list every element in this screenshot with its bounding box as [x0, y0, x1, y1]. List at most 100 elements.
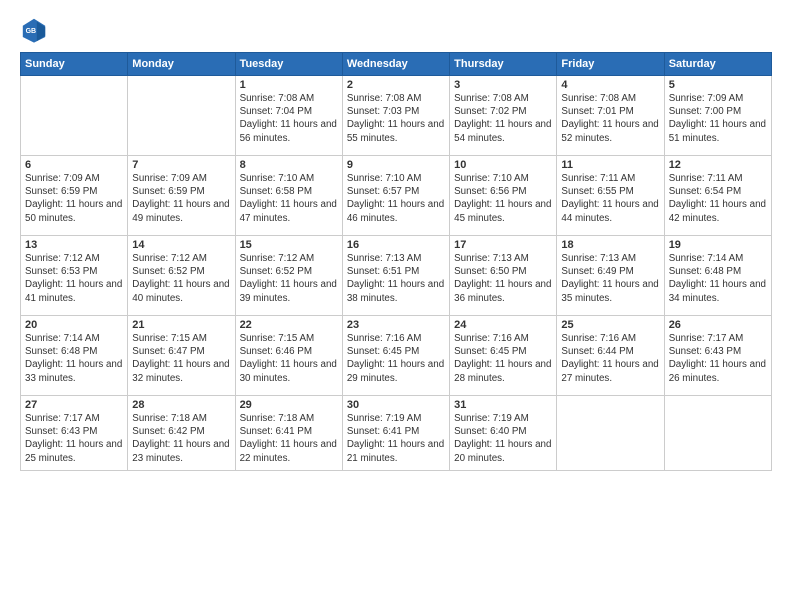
day-info: Sunrise: 7:10 AM Sunset: 6:56 PM Dayligh… [454, 172, 552, 225]
day-number: 10 [454, 159, 552, 171]
weekday-header-sunday: Sunday [21, 53, 128, 76]
calendar-cell: 20Sunrise: 7:14 AM Sunset: 6:48 PM Dayli… [21, 316, 128, 396]
day-info: Sunrise: 7:08 AM Sunset: 7:03 PM Dayligh… [347, 92, 445, 145]
calendar-cell: 5Sunrise: 7:09 AM Sunset: 7:00 PM Daylig… [664, 76, 771, 156]
day-number: 9 [347, 159, 445, 171]
day-info: Sunrise: 7:19 AM Sunset: 6:40 PM Dayligh… [454, 412, 552, 465]
day-info: Sunrise: 7:15 AM Sunset: 6:47 PM Dayligh… [132, 332, 230, 385]
day-number: 17 [454, 239, 552, 251]
day-number: 23 [347, 319, 445, 331]
day-number: 13 [25, 239, 123, 251]
day-number: 31 [454, 399, 552, 411]
day-number: 11 [561, 159, 659, 171]
day-info: Sunrise: 7:11 AM Sunset: 6:55 PM Dayligh… [561, 172, 659, 225]
day-info: Sunrise: 7:09 AM Sunset: 7:00 PM Dayligh… [669, 92, 767, 145]
calendar-cell: 10Sunrise: 7:10 AM Sunset: 6:56 PM Dayli… [450, 156, 557, 236]
calendar-week-row: 27Sunrise: 7:17 AM Sunset: 6:43 PM Dayli… [21, 396, 772, 471]
calendar-cell: 13Sunrise: 7:12 AM Sunset: 6:53 PM Dayli… [21, 236, 128, 316]
day-info: Sunrise: 7:13 AM Sunset: 6:50 PM Dayligh… [454, 252, 552, 305]
day-number: 20 [25, 319, 123, 331]
calendar-cell: 11Sunrise: 7:11 AM Sunset: 6:55 PM Dayli… [557, 156, 664, 236]
calendar-cell: 22Sunrise: 7:15 AM Sunset: 6:46 PM Dayli… [235, 316, 342, 396]
day-number: 26 [669, 319, 767, 331]
day-number: 8 [240, 159, 338, 171]
day-info: Sunrise: 7:15 AM Sunset: 6:46 PM Dayligh… [240, 332, 338, 385]
day-number: 2 [347, 79, 445, 91]
day-number: 27 [25, 399, 123, 411]
calendar-cell: 31Sunrise: 7:19 AM Sunset: 6:40 PM Dayli… [450, 396, 557, 471]
day-number: 19 [669, 239, 767, 251]
calendar-cell [21, 76, 128, 156]
weekday-header-tuesday: Tuesday [235, 53, 342, 76]
calendar-cell: 18Sunrise: 7:13 AM Sunset: 6:49 PM Dayli… [557, 236, 664, 316]
calendar-cell: 21Sunrise: 7:15 AM Sunset: 6:47 PM Dayli… [128, 316, 235, 396]
day-number: 25 [561, 319, 659, 331]
svg-text:GB: GB [26, 28, 36, 35]
calendar-cell: 16Sunrise: 7:13 AM Sunset: 6:51 PM Dayli… [342, 236, 449, 316]
calendar-cell: 15Sunrise: 7:12 AM Sunset: 6:52 PM Dayli… [235, 236, 342, 316]
day-number: 4 [561, 79, 659, 91]
weekday-header-thursday: Thursday [450, 53, 557, 76]
calendar-cell: 17Sunrise: 7:13 AM Sunset: 6:50 PM Dayli… [450, 236, 557, 316]
calendar-cell: 19Sunrise: 7:14 AM Sunset: 6:48 PM Dayli… [664, 236, 771, 316]
day-info: Sunrise: 7:17 AM Sunset: 6:43 PM Dayligh… [669, 332, 767, 385]
day-number: 29 [240, 399, 338, 411]
day-info: Sunrise: 7:14 AM Sunset: 6:48 PM Dayligh… [669, 252, 767, 305]
day-info: Sunrise: 7:12 AM Sunset: 6:52 PM Dayligh… [240, 252, 338, 305]
day-info: Sunrise: 7:14 AM Sunset: 6:48 PM Dayligh… [25, 332, 123, 385]
calendar-week-row: 1Sunrise: 7:08 AM Sunset: 7:04 PM Daylig… [21, 76, 772, 156]
day-info: Sunrise: 7:09 AM Sunset: 6:59 PM Dayligh… [25, 172, 123, 225]
day-info: Sunrise: 7:12 AM Sunset: 6:52 PM Dayligh… [132, 252, 230, 305]
day-number: 3 [454, 79, 552, 91]
day-info: Sunrise: 7:09 AM Sunset: 6:59 PM Dayligh… [132, 172, 230, 225]
day-info: Sunrise: 7:16 AM Sunset: 6:45 PM Dayligh… [454, 332, 552, 385]
day-info: Sunrise: 7:16 AM Sunset: 6:45 PM Dayligh… [347, 332, 445, 385]
day-info: Sunrise: 7:08 AM Sunset: 7:02 PM Dayligh… [454, 92, 552, 145]
day-info: Sunrise: 7:13 AM Sunset: 6:51 PM Dayligh… [347, 252, 445, 305]
day-info: Sunrise: 7:19 AM Sunset: 6:41 PM Dayligh… [347, 412, 445, 465]
calendar-cell: 14Sunrise: 7:12 AM Sunset: 6:52 PM Dayli… [128, 236, 235, 316]
day-number: 22 [240, 319, 338, 331]
day-number: 18 [561, 239, 659, 251]
calendar-cell: 26Sunrise: 7:17 AM Sunset: 6:43 PM Dayli… [664, 316, 771, 396]
calendar-cell: 28Sunrise: 7:18 AM Sunset: 6:42 PM Dayli… [128, 396, 235, 471]
logo: GB [20, 16, 54, 44]
calendar-cell: 27Sunrise: 7:17 AM Sunset: 6:43 PM Dayli… [21, 396, 128, 471]
weekday-header-friday: Friday [557, 53, 664, 76]
day-info: Sunrise: 7:08 AM Sunset: 7:04 PM Dayligh… [240, 92, 338, 145]
calendar-cell [557, 396, 664, 471]
day-number: 7 [132, 159, 230, 171]
page-container: GB SundayMondayTuesdayWednesdayThursdayF… [0, 0, 792, 481]
calendar-cell: 7Sunrise: 7:09 AM Sunset: 6:59 PM Daylig… [128, 156, 235, 236]
calendar-cell [664, 396, 771, 471]
day-number: 6 [25, 159, 123, 171]
day-number: 28 [132, 399, 230, 411]
day-number: 12 [669, 159, 767, 171]
day-number: 24 [454, 319, 552, 331]
calendar-cell: 8Sunrise: 7:10 AM Sunset: 6:58 PM Daylig… [235, 156, 342, 236]
calendar-cell: 6Sunrise: 7:09 AM Sunset: 6:59 PM Daylig… [21, 156, 128, 236]
calendar-cell: 3Sunrise: 7:08 AM Sunset: 7:02 PM Daylig… [450, 76, 557, 156]
day-info: Sunrise: 7:11 AM Sunset: 6:54 PM Dayligh… [669, 172, 767, 225]
day-info: Sunrise: 7:13 AM Sunset: 6:49 PM Dayligh… [561, 252, 659, 305]
calendar-cell: 29Sunrise: 7:18 AM Sunset: 6:41 PM Dayli… [235, 396, 342, 471]
day-info: Sunrise: 7:17 AM Sunset: 6:43 PM Dayligh… [25, 412, 123, 465]
calendar-week-row: 13Sunrise: 7:12 AM Sunset: 6:53 PM Dayli… [21, 236, 772, 316]
weekday-header-monday: Monday [128, 53, 235, 76]
day-info: Sunrise: 7:10 AM Sunset: 6:57 PM Dayligh… [347, 172, 445, 225]
calendar-cell: 2Sunrise: 7:08 AM Sunset: 7:03 PM Daylig… [342, 76, 449, 156]
day-number: 5 [669, 79, 767, 91]
weekday-header-saturday: Saturday [664, 53, 771, 76]
calendar-cell: 25Sunrise: 7:16 AM Sunset: 6:44 PM Dayli… [557, 316, 664, 396]
day-number: 14 [132, 239, 230, 251]
calendar-week-row: 20Sunrise: 7:14 AM Sunset: 6:48 PM Dayli… [21, 316, 772, 396]
header: GB [20, 16, 772, 44]
day-number: 15 [240, 239, 338, 251]
day-info: Sunrise: 7:08 AM Sunset: 7:01 PM Dayligh… [561, 92, 659, 145]
weekday-header-row: SundayMondayTuesdayWednesdayThursdayFrid… [21, 53, 772, 76]
day-number: 30 [347, 399, 445, 411]
day-number: 1 [240, 79, 338, 91]
calendar-cell: 23Sunrise: 7:16 AM Sunset: 6:45 PM Dayli… [342, 316, 449, 396]
calendar-week-row: 6Sunrise: 7:09 AM Sunset: 6:59 PM Daylig… [21, 156, 772, 236]
weekday-header-wednesday: Wednesday [342, 53, 449, 76]
